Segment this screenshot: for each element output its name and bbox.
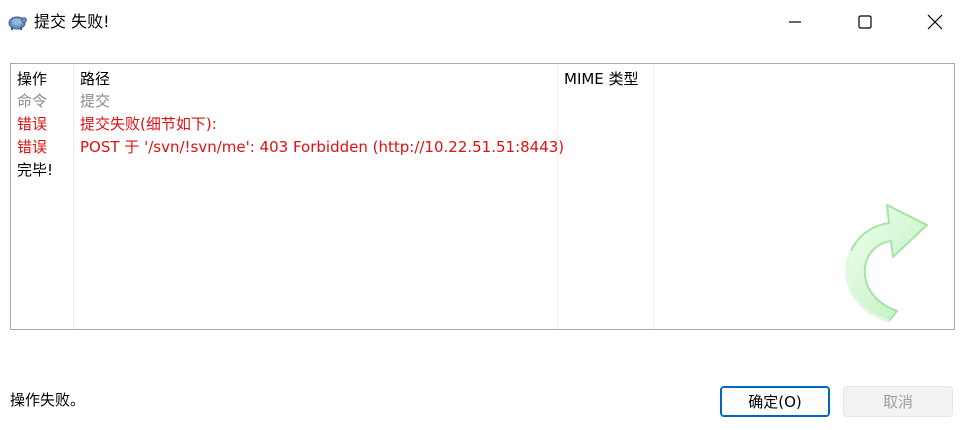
window-title: 提交 失败! [34,12,110,31]
maximize-icon [858,15,872,29]
maximize-button[interactable] [836,0,894,44]
status-text: 操作失败。 [10,391,86,409]
minimize-icon [789,21,801,23]
cancel-button[interactable]: 取消 [843,386,953,417]
table-row[interactable]: 完毕! [11,159,954,181]
row-action: 命令 [17,92,48,110]
row-action: 错误 [17,115,48,133]
green-arrow-icon [845,204,928,323]
minimize-button[interactable] [766,0,824,44]
results-list[interactable]: 操作 路径 MIME 类型 命令 提交 错误 提交失败(细节如下): 错误 PO… [10,63,955,330]
column-header-action[interactable]: 操作 [17,68,47,90]
row-action: 完毕! [17,161,54,179]
ok-button[interactable]: 确定(O) [720,386,830,417]
close-button[interactable] [906,0,964,44]
table-row[interactable]: 错误 POST 于 '/svn/!svn/me': 403 Forbidden … [11,136,954,158]
tortoise-icon [8,16,27,30]
table-row[interactable]: 命令 提交 [11,90,954,112]
row-path: 提交失败(细节如下): [80,115,217,133]
row-action: 错误 [17,138,48,156]
column-header-path[interactable]: 路径 [80,68,110,90]
row-path: 提交 [80,92,111,110]
close-icon [927,14,943,30]
row-path: POST 于 '/svn/!svn/me': 403 Forbidden (ht… [80,138,565,156]
table-row[interactable]: 错误 提交失败(细节如下): [11,113,954,135]
title-bar: 提交 失败! [0,0,966,44]
column-header-mime[interactable]: MIME 类型 [564,68,639,90]
